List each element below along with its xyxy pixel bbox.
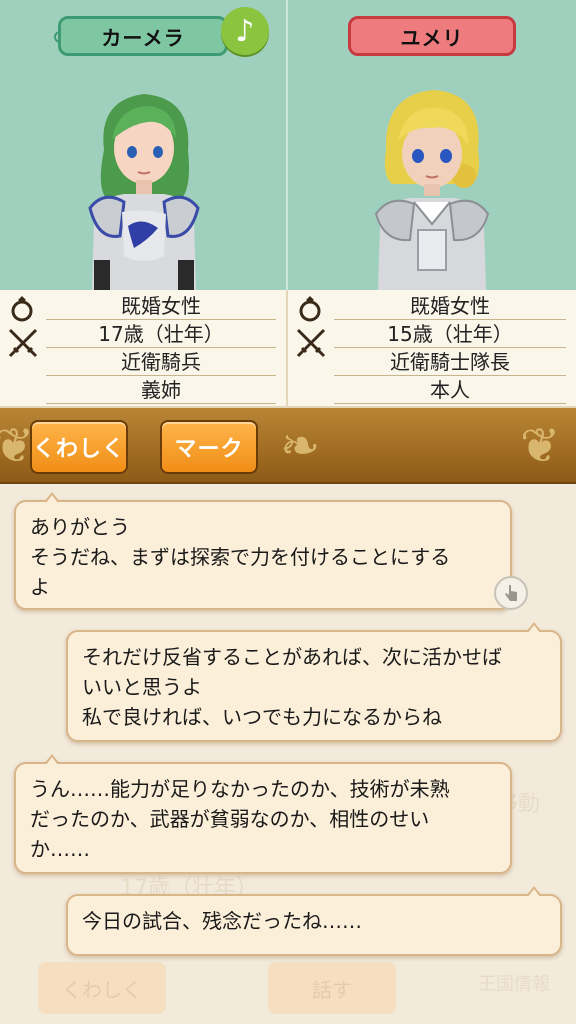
- faded-kingdom-info: 王国情報: [478, 974, 550, 995]
- right-info-column: 既婚女性 15歳（壮年） 近衛騎士隊長 本人: [288, 290, 576, 406]
- chat-log[interactable]: 17歳（壮年） 移動 王国情報 ありがとう そうだね、まずは探索で力を付けること…: [0, 486, 576, 1024]
- right-portrait[interactable]: ユメリ: [288, 0, 576, 290]
- left-info-column: 既婚女性 17歳（壮年） 近衛騎兵 義姉: [0, 290, 288, 406]
- message-line: うん……能力が足りなかったのか、技術が未熟: [30, 777, 450, 801]
- message-bubble-left: うん……能力が足りなかったのか、技術が未熟 だったのか、武器が貧弱なのか、相性の…: [14, 754, 512, 874]
- detail-button[interactable]: くわしく: [30, 420, 128, 474]
- ring-icon: [299, 296, 321, 322]
- right-name-tag: ユメリ: [348, 16, 516, 56]
- crossed-swords-icon: [8, 328, 38, 358]
- message-line: 今日の試合、残念だったね……: [82, 909, 362, 933]
- faded-talk-button: 話す: [268, 962, 396, 1014]
- left-character-avatar: [88, 94, 200, 290]
- message-line: 私で良ければ、いつでも力になるからね: [82, 705, 442, 729]
- right-relation: 本人: [334, 376, 566, 404]
- message-bubble-right: 今日の試合、残念だったね……: [66, 886, 562, 956]
- message-bubble-right: それだけ反省することがあれば、次に活かせば いいと思うよ 私で良ければ、いつでも…: [66, 622, 562, 742]
- music-note-icon[interactable]: ♪: [221, 7, 269, 55]
- message-line: ありがとう: [30, 515, 130, 539]
- ornament-icon: ❧: [280, 418, 321, 474]
- action-bar: ❦ ❧ ❦ くわしく マーク: [0, 408, 576, 484]
- right-job: 近衛騎士隊長: [334, 348, 566, 376]
- message-line: そうだね、まずは探索で力を付けることにする: [30, 545, 451, 569]
- left-job: 近衛騎兵: [46, 348, 276, 376]
- left-name-tag: カーメラ: [58, 16, 228, 56]
- left-relation: 義姉: [46, 376, 276, 404]
- ornament-icon: ❦: [520, 418, 561, 474]
- tap-hand-icon[interactable]: [494, 576, 528, 610]
- message-line: よ: [30, 575, 50, 599]
- message-line: いいと思うよ: [82, 675, 202, 699]
- right-character-avatar: [374, 90, 490, 290]
- message-line: か……: [30, 837, 90, 861]
- right-age: 15歳（壮年）: [334, 320, 566, 348]
- character-info-panel: 既婚女性 17歳（壮年） 近衛騎兵 義姉 既婚女性 15歳（壮年） 近衛騎士隊長…: [0, 290, 576, 408]
- left-marital-status: 既婚女性: [46, 292, 276, 320]
- message-line: だったのか、武器が貧弱なのか、相性のせい: [30, 807, 430, 831]
- crossed-swords-icon: [296, 328, 326, 358]
- faded-detail-button: くわしく: [38, 962, 166, 1014]
- left-portrait[interactable]: カーメラ ♪: [0, 0, 288, 290]
- left-age: 17歳（壮年）: [46, 320, 276, 348]
- mark-button[interactable]: マーク: [160, 420, 258, 474]
- message-bubble-left: ありがとう そうだね、まずは探索で力を付けることにする よ: [14, 492, 512, 610]
- ring-icon: [11, 296, 33, 322]
- portrait-row: カーメラ ♪ ユメリ: [0, 0, 576, 290]
- message-line: それだけ反省することがあれば、次に活かせば: [82, 645, 502, 669]
- right-marital-status: 既婚女性: [334, 292, 566, 320]
